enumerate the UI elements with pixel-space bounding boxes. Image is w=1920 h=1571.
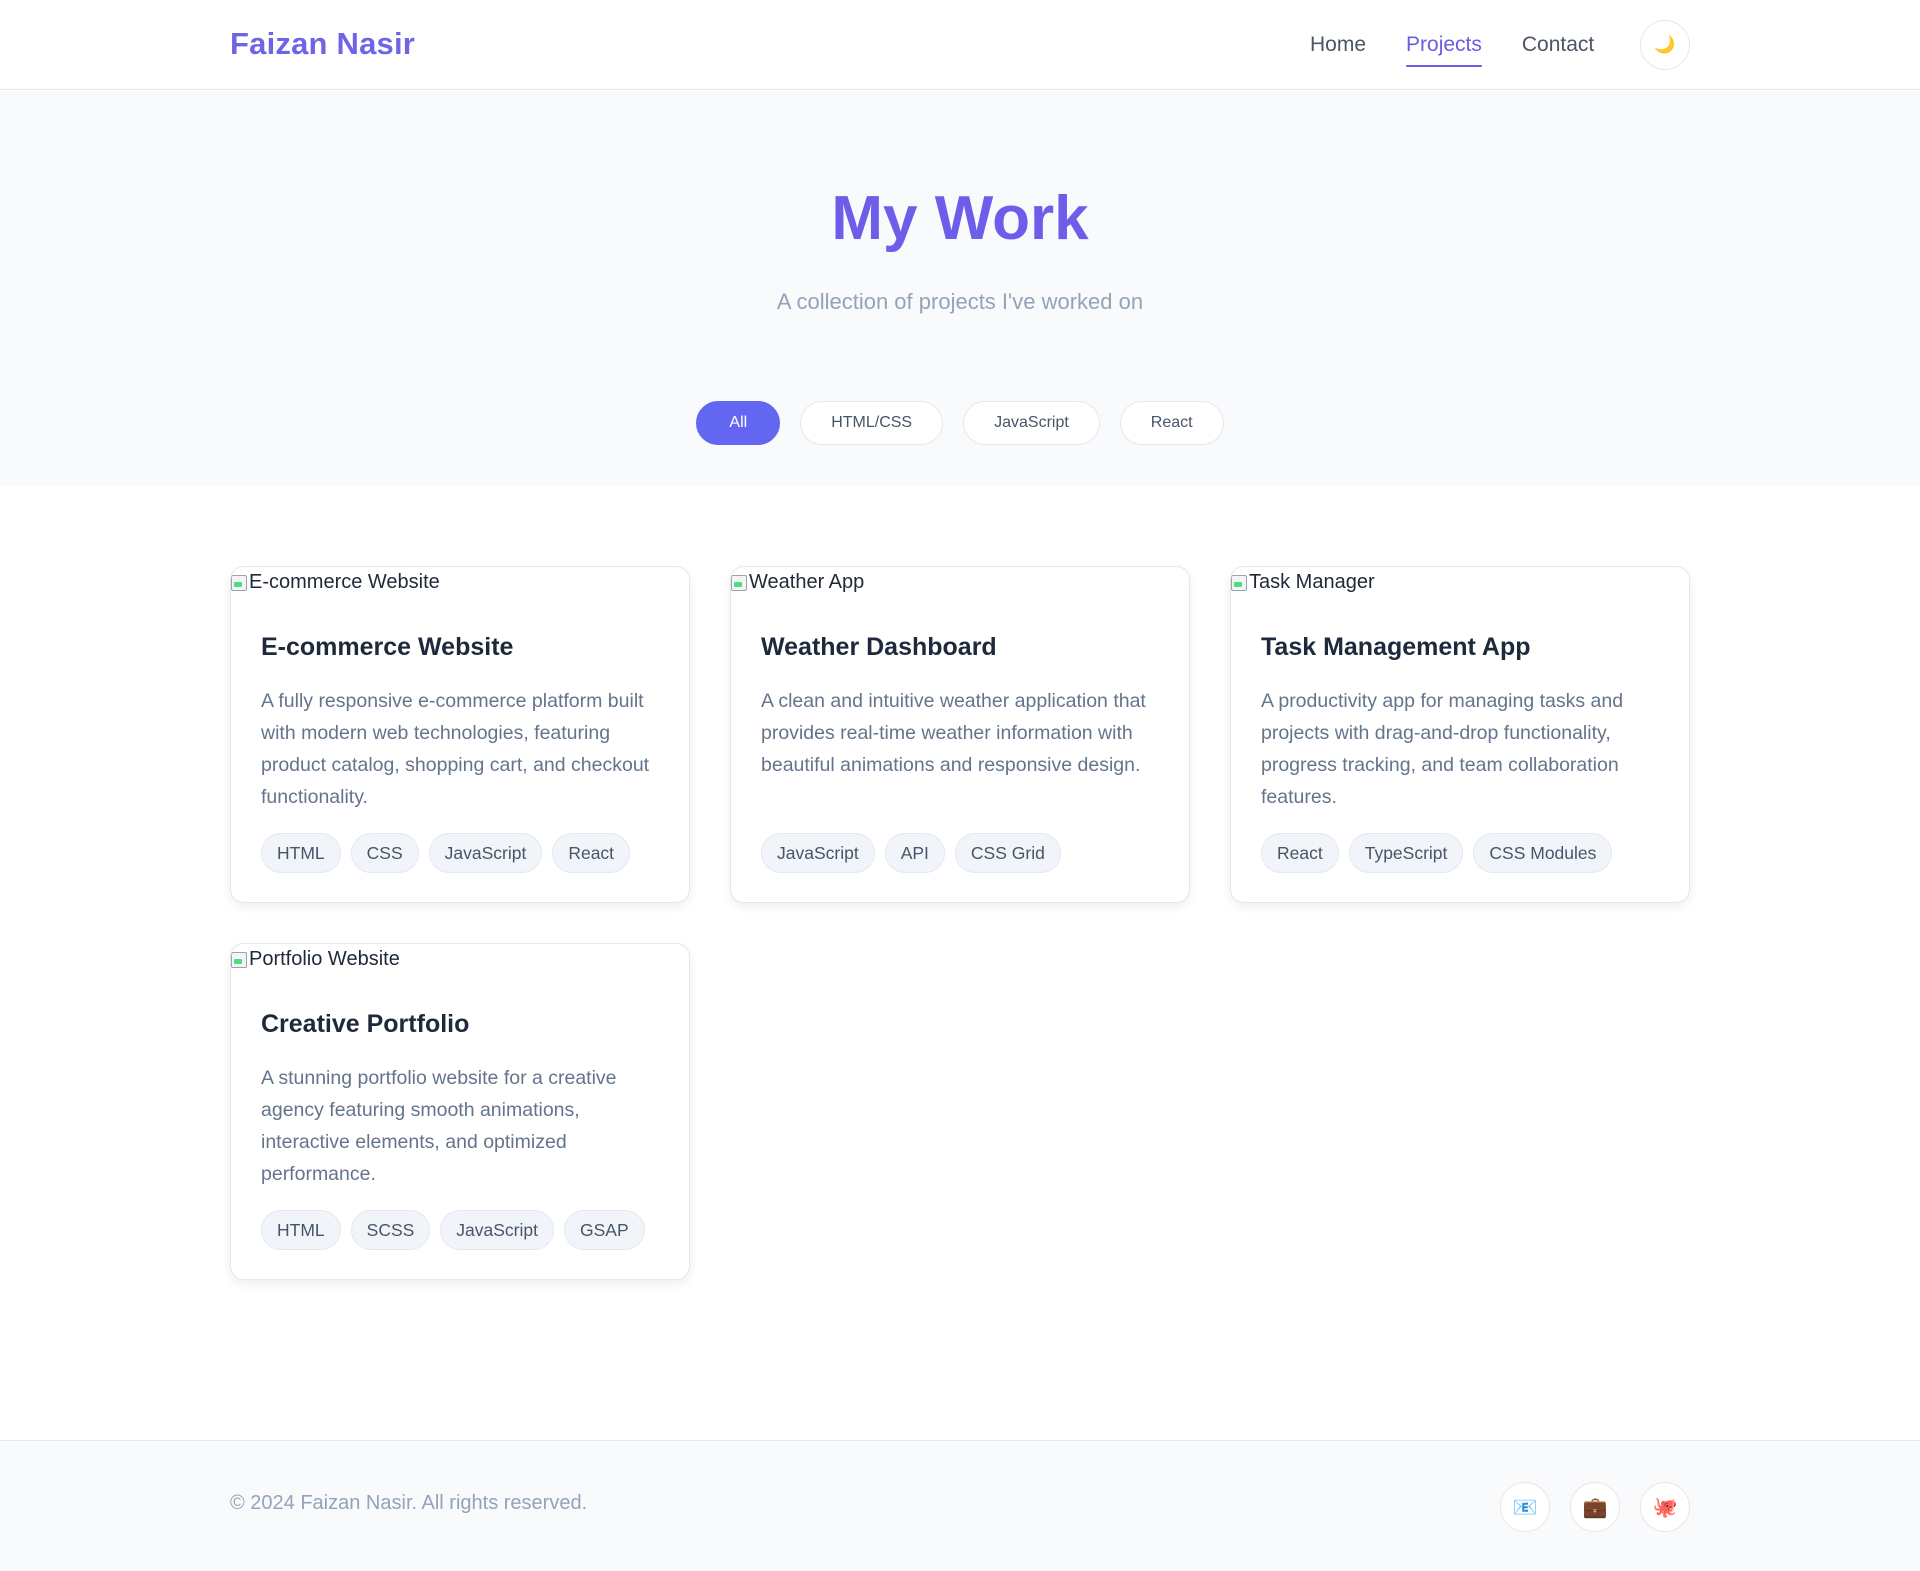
- project-tags: HTML CSS JavaScript React: [261, 833, 631, 873]
- tech-tag: SCSS: [350, 1210, 431, 1250]
- project-image: Weather App: [731, 567, 864, 597]
- filter-javascript-button[interactable]: JavaScript: [963, 401, 1100, 445]
- project-card[interactable]: Portfolio Website Creative Portfolio A s…: [230, 943, 690, 1280]
- project-description: A productivity app for managing tasks an…: [1261, 690, 1624, 808]
- tech-tag: TypeScript: [1348, 833, 1464, 873]
- site-logo[interactable]: Faizan Nasir: [230, 26, 415, 62]
- theme-toggle-button[interactable]: 🌙: [1640, 20, 1690, 70]
- projects-grid: E-commerce Website E-commerce Website A …: [230, 566, 1690, 1280]
- linkedin-link[interactable]: 💼: [1570, 1482, 1620, 1532]
- filter-bar: All HTML/CSS JavaScript React: [0, 401, 1920, 445]
- filter-react-button[interactable]: React: [1119, 401, 1224, 445]
- hero-section: My Work A collection of projects I've wo…: [0, 91, 1920, 486]
- tech-tag: CSS: [350, 833, 419, 873]
- page-title: My Work: [831, 184, 1089, 253]
- octopus-icon: 🐙: [1652, 1496, 1678, 1519]
- project-description: A clean and intuitive weather applicatio…: [761, 690, 1146, 776]
- broken-image-icon: [231, 573, 247, 591]
- project-tags: HTML SCSS JavaScript GSAP: [261, 1210, 645, 1250]
- project-image-alt: Weather App: [749, 570, 865, 593]
- copyright-text: © 2024 Faizan Nasir. All rights reserved…: [230, 1492, 588, 1514]
- broken-image-icon: [1231, 573, 1247, 591]
- site-header: Faizan Nasir Home Projects Contact 🌙: [0, 0, 1920, 90]
- tech-tag: GSAP: [564, 1210, 645, 1250]
- project-title: Creative Portfolio: [261, 1010, 470, 1038]
- tech-tag: React: [552, 833, 631, 873]
- project-image: E-commerce Website: [231, 567, 440, 597]
- main-nav: Home Projects Contact: [1310, 0, 1594, 90]
- tech-tag: API: [884, 833, 945, 873]
- filter-all-button[interactable]: All: [696, 401, 781, 445]
- project-description: A stunning portfolio website for a creat…: [261, 1067, 617, 1185]
- project-tags: React TypeScript CSS Modules: [1261, 833, 1613, 873]
- project-card[interactable]: Task Manager Task Management App A produ…: [1230, 566, 1690, 903]
- email-link[interactable]: 📧: [1500, 1482, 1550, 1532]
- project-image: Task Manager: [1231, 567, 1375, 597]
- project-tags: JavaScript API CSS Grid: [761, 833, 1061, 873]
- broken-image-icon: [731, 573, 747, 591]
- project-card[interactable]: Weather App Weather Dashboard A clean an…: [730, 566, 1190, 903]
- page-subtitle: A collection of projects I've worked on: [776, 289, 1144, 314]
- broken-image-icon: [231, 950, 247, 968]
- github-link[interactable]: 🐙: [1640, 1482, 1690, 1532]
- moon-icon: 🌙: [1654, 35, 1676, 54]
- tech-tag: JavaScript: [761, 833, 875, 873]
- project-image-alt: Task Manager: [1249, 570, 1375, 593]
- tech-tag: React: [1261, 833, 1339, 873]
- project-title: Task Management App: [1261, 633, 1531, 661]
- nav-contact[interactable]: Contact: [1522, 23, 1594, 67]
- project-card[interactable]: E-commerce Website E-commerce Website A …: [230, 566, 690, 903]
- tech-tag: JavaScript: [428, 833, 543, 873]
- filter-html-css-button[interactable]: HTML/CSS: [800, 401, 944, 445]
- project-image: Portfolio Website: [231, 944, 400, 974]
- project-title: Weather Dashboard: [761, 633, 997, 661]
- tech-tag: HTML: [261, 1210, 341, 1250]
- nav-projects[interactable]: Projects: [1406, 23, 1482, 67]
- social-links: 📧 💼 🐙: [1500, 1482, 1690, 1532]
- email-icon: 📧: [1512, 1496, 1538, 1519]
- briefcase-icon: 💼: [1582, 1496, 1608, 1519]
- project-image-alt: E-commerce Website: [249, 570, 440, 593]
- tech-tag: CSS Modules: [1473, 833, 1613, 873]
- project-image-alt: Portfolio Website: [249, 947, 400, 970]
- project-description: A fully responsive e-commerce platform b…: [261, 690, 650, 808]
- site-footer: © 2024 Faizan Nasir. All rights reserved…: [0, 1440, 1920, 1571]
- project-title: E-commerce Website: [261, 633, 514, 661]
- tech-tag: CSS Grid: [954, 833, 1061, 873]
- tech-tag: JavaScript: [440, 1210, 554, 1250]
- nav-home[interactable]: Home: [1310, 23, 1366, 67]
- tech-tag: HTML: [261, 833, 341, 873]
